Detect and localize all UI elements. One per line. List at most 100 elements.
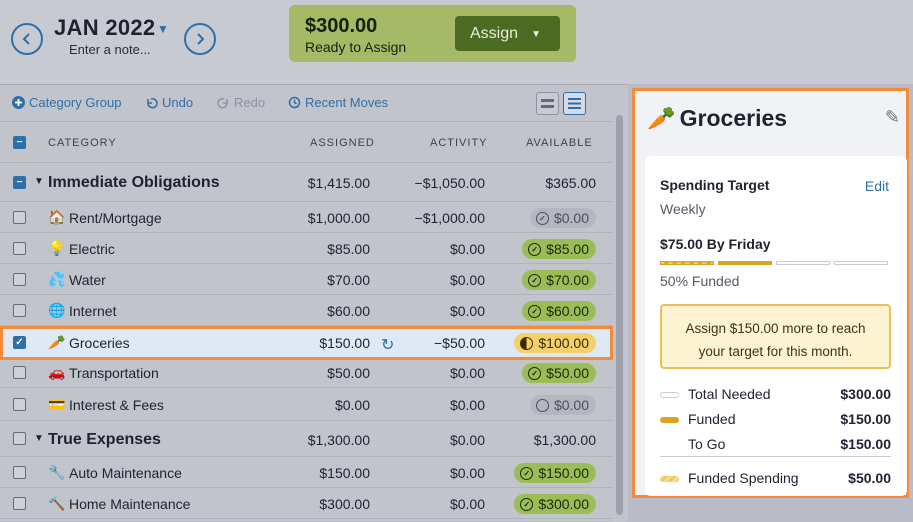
month-label[interactable]: JAN 2022: [54, 15, 155, 41]
target-title: Spending Target: [660, 177, 770, 193]
assigned-amount[interactable]: $85.00: [327, 241, 370, 257]
category-row[interactable]: 💦 Water $70.00 $0.00 ✓ $70.00: [0, 264, 612, 295]
add-category-group-button[interactable]: Category Group: [12, 95, 122, 110]
row-checkbox[interactable]: [13, 497, 26, 510]
activity-amount[interactable]: $0.00: [450, 365, 485, 381]
available-pill[interactable]: ✓ $60.00: [522, 301, 596, 321]
category-name[interactable]: Electric: [69, 241, 115, 257]
caret-down-icon[interactable]: ▼: [157, 22, 169, 36]
available-pill[interactable]: $0.00: [529, 395, 596, 415]
assign-button[interactable]: Assign ▼: [455, 16, 560, 51]
ready-to-assign-label: Ready to Assign: [305, 39, 407, 55]
activity-amount[interactable]: −$1,000.00: [415, 210, 485, 226]
legend-label: Funded: [688, 411, 736, 427]
carrot-icon: 🥕: [647, 105, 676, 131]
redo-icon: [217, 98, 228, 109]
history-icon[interactable]: ↻: [381, 335, 394, 355]
available-pill[interactable]: $100.00: [514, 333, 596, 353]
assigned-amount[interactable]: $1,000.00: [308, 210, 370, 226]
category-emoji-icon: 🥕: [48, 334, 66, 350]
available-pill[interactable]: ✓ $85.00: [522, 239, 596, 259]
expanded-view-button[interactable]: [563, 92, 586, 115]
redo-button[interactable]: Redo: [217, 95, 265, 110]
assigned-amount[interactable]: $0.00: [335, 397, 370, 413]
available-pill[interactable]: ✓ $150.00: [514, 463, 596, 483]
category-row[interactable]: 💳 Interest & Fees $0.00 $0.00 $0.00: [0, 388, 612, 421]
group-checkbox[interactable]: [13, 432, 26, 445]
available-pill[interactable]: ✓ $300.00: [514, 494, 596, 514]
undo-button[interactable]: Undo: [145, 95, 193, 110]
category-name[interactable]: Internet: [69, 303, 116, 319]
funded-percent: 50% Funded: [660, 273, 740, 289]
category-name[interactable]: Rent/Mortgage: [69, 210, 162, 226]
chevron-left-icon: [22, 33, 30, 45]
row-checkbox[interactable]: [13, 211, 26, 224]
legend-label: To Go: [688, 436, 726, 452]
category-row[interactable]: 🔧 Auto Maintenance $150.00 $0.00 ✓ $150.0…: [0, 457, 612, 488]
row-checkbox[interactable]: [13, 273, 26, 286]
activity-amount[interactable]: $0.00: [450, 397, 485, 413]
available-pill[interactable]: ✓ $0.00: [529, 208, 596, 228]
category-row[interactable]: 💡 Electric $85.00 $0.00 ✓ $85.00: [0, 233, 612, 264]
next-month-button[interactable]: [184, 23, 216, 55]
view-toggle: [536, 92, 586, 115]
available-column-header: AVAILABLE: [526, 137, 593, 149]
row-checkbox[interactable]: [13, 304, 26, 317]
assigned-amount[interactable]: $150.00: [319, 335, 370, 351]
progress-segment: [660, 261, 714, 265]
scrollbar[interactable]: [614, 85, 626, 522]
row-checkbox[interactable]: ✓: [13, 336, 26, 349]
row-checkbox[interactable]: [13, 366, 26, 379]
available-amount: $300.00: [538, 496, 589, 512]
row-checkbox[interactable]: [13, 466, 26, 479]
assign-button-label: Assign: [470, 24, 519, 42]
budget-header: JAN 2022 ▼ Enter a note... $300.00 Ready…: [0, 0, 913, 84]
assigned-amount[interactable]: $300.00: [319, 496, 370, 512]
available-amount: $70.00: [546, 272, 589, 288]
inspector-category-name[interactable]: Groceries: [680, 105, 787, 132]
activity-amount[interactable]: $0.00: [450, 272, 485, 288]
row-checkbox[interactable]: [13, 242, 26, 255]
scrollbar-thumb[interactable]: [616, 115, 623, 515]
assigned-amount[interactable]: $50.00: [327, 365, 370, 381]
category-row[interactable]: 🌐 Internet $60.00 $0.00 ✓ $60.00: [0, 295, 612, 326]
divider: [660, 456, 891, 457]
assigned-amount[interactable]: $150.00: [319, 465, 370, 481]
available-pill[interactable]: ✓ $50.00: [522, 363, 596, 383]
activity-amount[interactable]: $0.00: [450, 241, 485, 257]
group-assigned: $1,300.00: [307, 432, 370, 448]
assigned-amount[interactable]: $60.00: [327, 303, 370, 319]
activity-amount[interactable]: $0.00: [450, 465, 485, 481]
caret-down-icon[interactable]: ▼: [34, 176, 44, 187]
edit-target-link[interactable]: Edit: [865, 178, 889, 194]
category-name[interactable]: Groceries: [69, 335, 130, 351]
category-name[interactable]: Water: [69, 272, 106, 288]
prev-month-button[interactable]: [11, 23, 43, 55]
group-checkbox[interactable]: −: [13, 176, 26, 189]
activity-amount[interactable]: $0.00: [450, 303, 485, 319]
pencil-icon[interactable]: ✎: [885, 107, 900, 128]
activity-amount[interactable]: $0.00: [450, 496, 485, 512]
category-name[interactable]: Interest & Fees: [69, 397, 164, 413]
ready-to-assign-amount: $300.00: [305, 15, 378, 37]
category-name[interactable]: Auto Maintenance: [69, 465, 182, 481]
category-name[interactable]: Home Maintenance: [69, 496, 190, 512]
legend-value: $300.00: [840, 386, 891, 402]
category-row[interactable]: 🚗 Transportation $50.00 $0.00 ✓ $50.00: [0, 357, 612, 388]
month-note-input[interactable]: Enter a note...: [69, 42, 151, 57]
compact-view-button[interactable]: [536, 92, 559, 115]
row-checkbox[interactable]: [13, 398, 26, 411]
available-amount: $0.00: [553, 210, 589, 226]
category-group-row[interactable]: − ▼ Immediate Obligations $1,415.00 −$1,…: [0, 163, 612, 202]
category-name[interactable]: Transportation: [69, 365, 159, 381]
category-row[interactable]: 🔨 Home Maintenance $300.00 $0.00 ✓ $300.0…: [0, 488, 612, 519]
select-all-checkbox[interactable]: −: [13, 136, 26, 149]
activity-amount[interactable]: −$50.00: [434, 335, 485, 351]
category-row[interactable]: 🏠 Rent/Mortgage $1,000.00 −$1,000.00 ✓ $0…: [0, 202, 612, 233]
undo-label: Undo: [162, 95, 194, 110]
available-pill[interactable]: ✓ $70.00: [522, 270, 596, 290]
category-group-row[interactable]: ▼ True Expenses $1,300.00 $0.00 $1,300.0…: [0, 421, 612, 457]
assigned-amount[interactable]: $70.00: [327, 272, 370, 288]
caret-down-icon[interactable]: ▼: [34, 433, 44, 444]
recent-moves-button[interactable]: Recent Moves: [288, 95, 388, 110]
